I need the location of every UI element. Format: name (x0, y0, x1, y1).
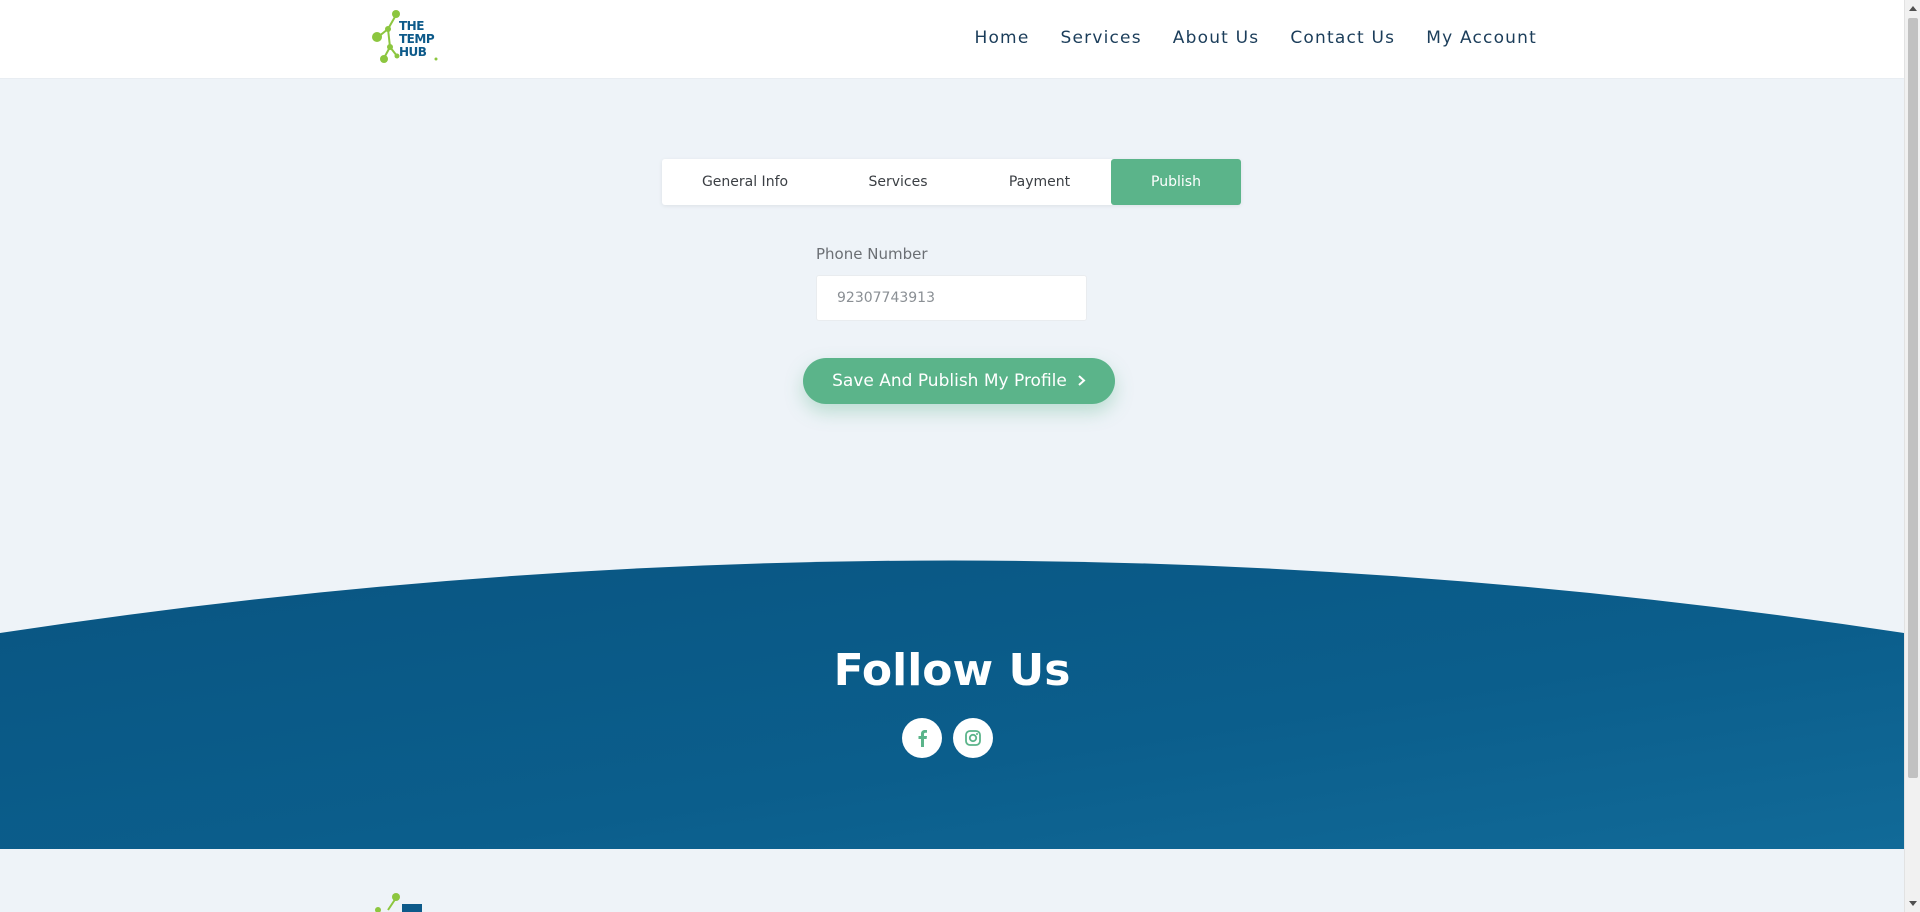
instagram-icon (965, 730, 981, 746)
logo-line: HUB (399, 45, 427, 59)
page-scrollbar[interactable] (1904, 0, 1920, 912)
facebook-link[interactable] (902, 718, 942, 758)
scroll-up-icon[interactable] (1909, 6, 1917, 11)
facebook-icon (918, 730, 927, 747)
footer-logo[interactable] (370, 890, 430, 912)
save-and-publish-button[interactable]: Save And Publish My Profile (803, 358, 1115, 404)
follow-us-heading: Follow Us (833, 645, 1071, 696)
logo-wordmark: THE TEMP HUB (399, 20, 435, 59)
scroll-down-icon[interactable] (1909, 901, 1917, 906)
tab-payment[interactable]: Payment (968, 159, 1111, 205)
nav-about-link[interactable]: About Us (1173, 28, 1260, 48)
nav-home-link[interactable]: Home (974, 28, 1029, 48)
nav-services-link[interactable]: Services (1060, 28, 1141, 48)
nav-contact-link[interactable]: Contact Us (1290, 28, 1395, 48)
nav-my-account-link[interactable]: My Account (1426, 28, 1537, 48)
instagram-link[interactable] (953, 718, 993, 758)
social-links (902, 718, 993, 758)
site-logo[interactable]: THE TEMP HUB (370, 7, 440, 65)
logo-molecule-icon (375, 893, 422, 912)
profile-steps-tabs: General Info Services Payment Publish (662, 159, 1241, 205)
scrollbar-thumb[interactable] (1908, 18, 1918, 778)
tab-general-info[interactable]: General Info (662, 159, 828, 205)
phone-number-input[interactable] (816, 275, 1087, 321)
chevron-right-icon (1077, 372, 1086, 391)
site-header: THE TEMP HUB Home Services About Us Cont… (0, 0, 1904, 79)
main-nav: Home Services About Us Contact Us My Acc… (974, 28, 1537, 48)
tab-publish[interactable]: Publish (1111, 159, 1241, 205)
save-and-publish-label: Save And Publish My Profile (832, 371, 1067, 391)
tab-services[interactable]: Services (828, 159, 968, 205)
phone-number-label: Phone Number (816, 245, 928, 263)
